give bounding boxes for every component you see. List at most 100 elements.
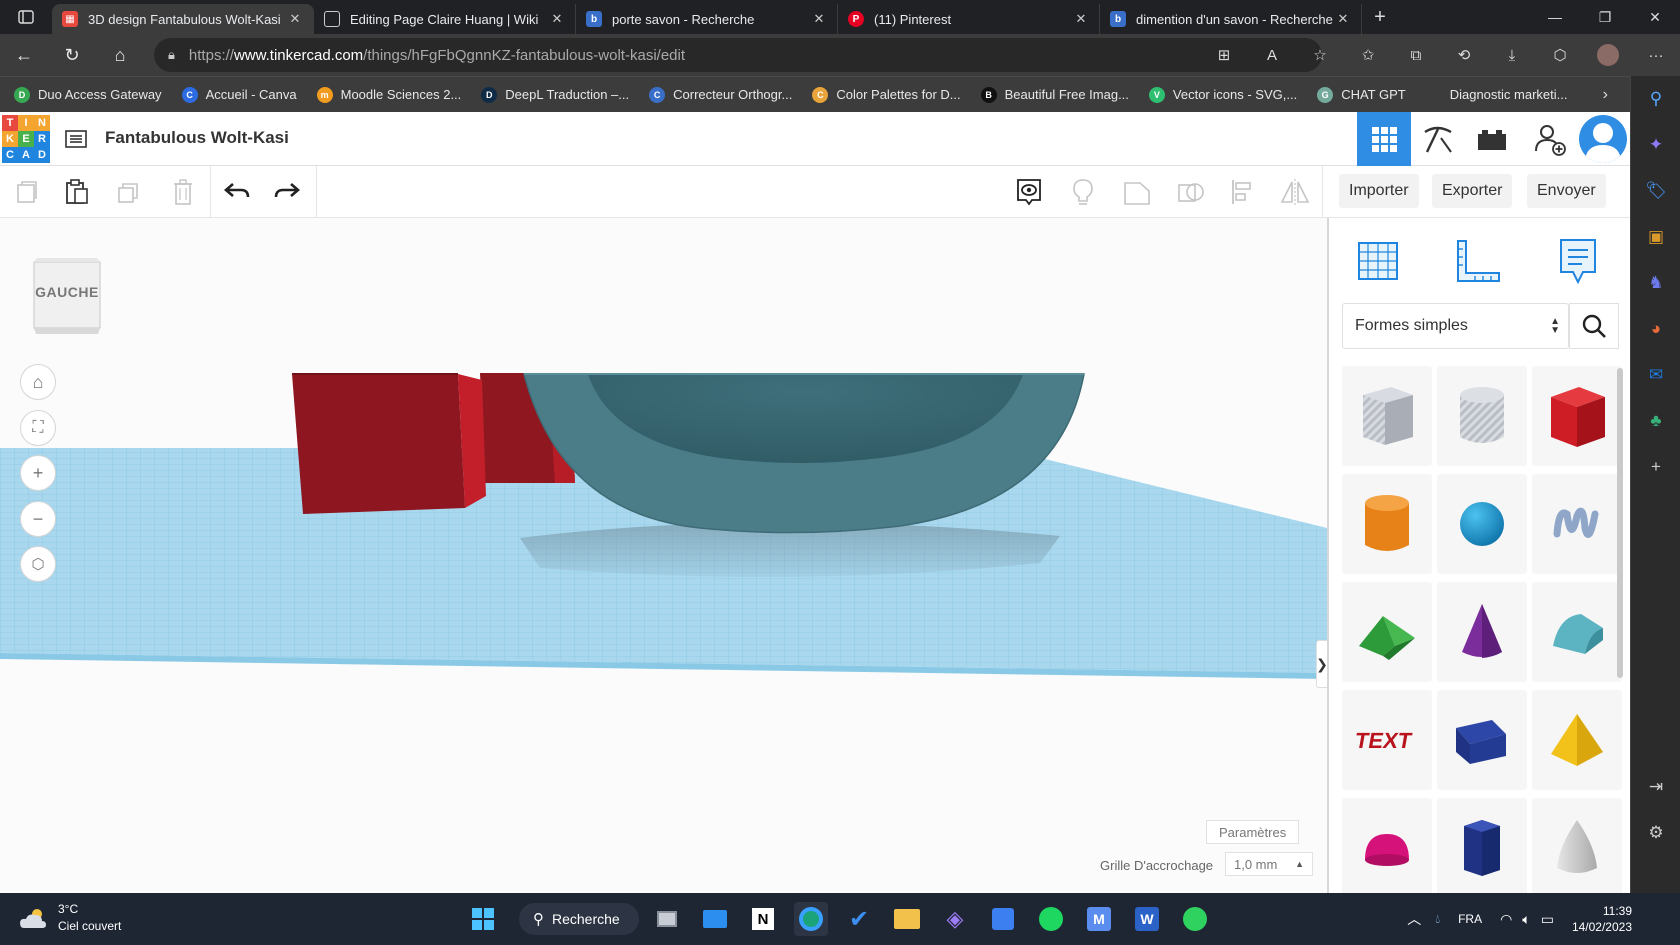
bookmark-item[interactable]: C Color Palettes for D... (812, 86, 961, 103)
browser-tab-dimention[interactable]: b dimention d'un savon - Recherche ✕ (1100, 4, 1362, 34)
bookmark-item[interactable]: m Moodle Sciences 2... (316, 86, 461, 103)
send-button[interactable]: Envoyer (1527, 174, 1606, 208)
read-aloud-icon[interactable]: A (1248, 38, 1296, 72)
extensions-icon[interactable]: ⬡ (1536, 38, 1584, 72)
workplane-viewport[interactable]: GAUCHE ⌂ ⛶ + − ⬡ Paramètres Grille D'acc… (0, 218, 1327, 893)
bookmark-item[interactable]: V Vector icons - SVG,... (1148, 86, 1297, 103)
minimize-icon[interactable]: — (1530, 0, 1580, 34)
shape-cylinder-orange[interactable] (1342, 474, 1432, 574)
outlook-icon[interactable]: ✉ (1631, 352, 1680, 398)
edge-app-button[interactable] (794, 902, 828, 936)
fit-view-button[interactable]: ⛶ (20, 410, 56, 446)
ungroup-button[interactable] (1172, 174, 1210, 210)
notes-tool-button[interactable] (1551, 234, 1605, 288)
zoom-out-button[interactable]: − (20, 501, 56, 537)
show-all-button[interactable] (1010, 174, 1048, 210)
user-avatar[interactable] (1576, 112, 1630, 166)
shape-prism-navy[interactable] (1437, 690, 1527, 790)
tinkercad-logo[interactable]: T I N K E R C A D (2, 115, 50, 163)
tree-icon[interactable]: ♣ (1631, 398, 1680, 444)
bookmark-item[interactable]: Diagnostic marketi... (1425, 86, 1567, 103)
bookmark-item[interactable]: D Duo Access Gateway (14, 86, 162, 103)
tab-close-icon[interactable]: ✕ (1073, 11, 1089, 27)
tab-close-icon[interactable]: ✕ (811, 11, 827, 27)
shape-box-red[interactable] (1532, 366, 1622, 466)
undo-button[interactable] (218, 174, 256, 210)
home-icon[interactable]: ⌂ (96, 34, 144, 76)
sidebar-settings-icon[interactable]: ⚙ (1631, 810, 1680, 856)
ruler-tool-button[interactable] (1451, 234, 1505, 288)
sidebar-collapse-icon[interactable]: ⇥ (1631, 764, 1680, 810)
mirror-button[interactable] (1276, 174, 1314, 210)
redo-button[interactable] (268, 174, 306, 210)
shape-cone-purple[interactable] (1437, 582, 1527, 682)
todo-app-button[interactable]: ✔ (842, 902, 876, 936)
weather-widget[interactable]: 3°C Ciel couvert (18, 901, 121, 935)
export-button[interactable]: Exporter (1432, 174, 1513, 208)
bookmark-item[interactable]: G CHAT GPT (1317, 86, 1406, 103)
shape-text-red[interactable]: TEXT (1342, 690, 1432, 790)
design-list-icon[interactable] (64, 127, 88, 151)
group-button[interactable] (1118, 174, 1156, 210)
start-button[interactable] (466, 902, 500, 936)
copilot-app-button[interactable]: ◈ (938, 902, 972, 936)
show-hidden-icon[interactable]: ︿ (1407, 909, 1421, 929)
collapse-panel-button[interactable]: ❯ (1316, 640, 1327, 688)
zoom-in-button[interactable]: + (20, 455, 56, 491)
tab-close-icon[interactable]: ✕ (549, 11, 565, 27)
shape-half-sphere-magenta[interactable] (1342, 798, 1432, 893)
workplane-scene[interactable] (0, 218, 1327, 893)
shape-polygon-navy[interactable] (1437, 798, 1527, 893)
notes-light-button[interactable] (1064, 174, 1102, 210)
task-view-button[interactable] (650, 902, 684, 936)
new-tab-button[interactable]: + (1362, 6, 1398, 29)
ortho-view-button[interactable]: ⬡ (20, 546, 56, 582)
word-app-button[interactable]: W (1130, 902, 1164, 936)
3d-view-button[interactable] (1357, 112, 1411, 166)
bookmarks-overflow-icon[interactable]: › (1603, 86, 1608, 104)
panel-scrollbar[interactable] (1617, 368, 1623, 678)
copy-button[interactable] (8, 174, 46, 210)
history-icon[interactable]: ⟲ (1440, 38, 1488, 72)
back-arrow-icon[interactable]: ← (0, 34, 48, 76)
add-sidebar-app-icon[interactable]: + (1631, 444, 1680, 490)
shape-cylinder-striped[interactable] (1437, 366, 1527, 466)
bookmark-item[interactable]: C Correcteur Orthogr... (649, 86, 792, 103)
add-user-button[interactable] (1522, 112, 1576, 166)
import-button[interactable]: Importer (1339, 174, 1419, 208)
calendar-app-button[interactable] (986, 902, 1020, 936)
align-button[interactable] (1224, 174, 1262, 210)
shape-round-roof-teal[interactable] (1532, 582, 1622, 682)
office-icon[interactable]: ◕ (1631, 306, 1680, 352)
bookmark-item[interactable]: D DeepL Traduction –... (481, 86, 629, 103)
apps-icon[interactable]: ⊞ (1200, 38, 1248, 72)
drop-icon[interactable]: 💧︎ (1435, 912, 1440, 927)
refresh-icon[interactable]: ↻ (48, 34, 96, 76)
volume-icon[interactable]: 🔈︎ (1522, 911, 1530, 928)
miro-app-button[interactable]: M (1082, 902, 1116, 936)
design-title[interactable]: Fantabulous Wolt-Kasi (105, 128, 289, 148)
download-icon[interactable]: ⤓ (1488, 38, 1536, 72)
shape-library-select[interactable]: Formes simples ▲ ▼ (1342, 303, 1569, 349)
more-menu-icon[interactable]: ··· (1632, 38, 1680, 72)
spotify-app-button[interactable] (1034, 902, 1068, 936)
notion-app-button[interactable]: N (746, 902, 780, 936)
taskbar-search[interactable]: ⚲ Recherche (519, 903, 639, 935)
browser-tab-porte-savon[interactable]: b porte savon - Recherche ✕ (576, 4, 838, 34)
browser-tab-wiki[interactable]: Editing Page Claire Huang | Wiki ✕ (314, 4, 576, 34)
profile-avatar-icon[interactable] (1584, 38, 1632, 72)
browser-tab-pinterest[interactable]: P (11) Pinterest ✕ (838, 4, 1100, 34)
bookmark-item[interactable]: B Beautiful Free Imag... (980, 86, 1129, 103)
shape-pyramid-yellow[interactable] (1532, 690, 1622, 790)
games-icon[interactable]: ♞ (1631, 260, 1680, 306)
workplane-tool-button[interactable] (1351, 234, 1405, 288)
tools-icon[interactable]: ▣ (1631, 214, 1680, 260)
browser-tab-tinkercad[interactable]: ▦ 3D design Fantabulous Wolt-Kasi ✕ (52, 4, 314, 34)
collections-icon[interactable]: ⧉ (1392, 38, 1440, 72)
blocks-view-button[interactable] (1411, 112, 1465, 166)
shape-paraboloid-grey[interactable] (1532, 798, 1622, 893)
add-favorite-icon[interactable]: ☆ (1296, 38, 1344, 72)
shape-roof-green[interactable] (1342, 582, 1432, 682)
bookmark-item[interactable]: C Accueil - Canva (181, 86, 297, 103)
sidebar-search-icon[interactable]: ⚲ (1631, 76, 1680, 122)
